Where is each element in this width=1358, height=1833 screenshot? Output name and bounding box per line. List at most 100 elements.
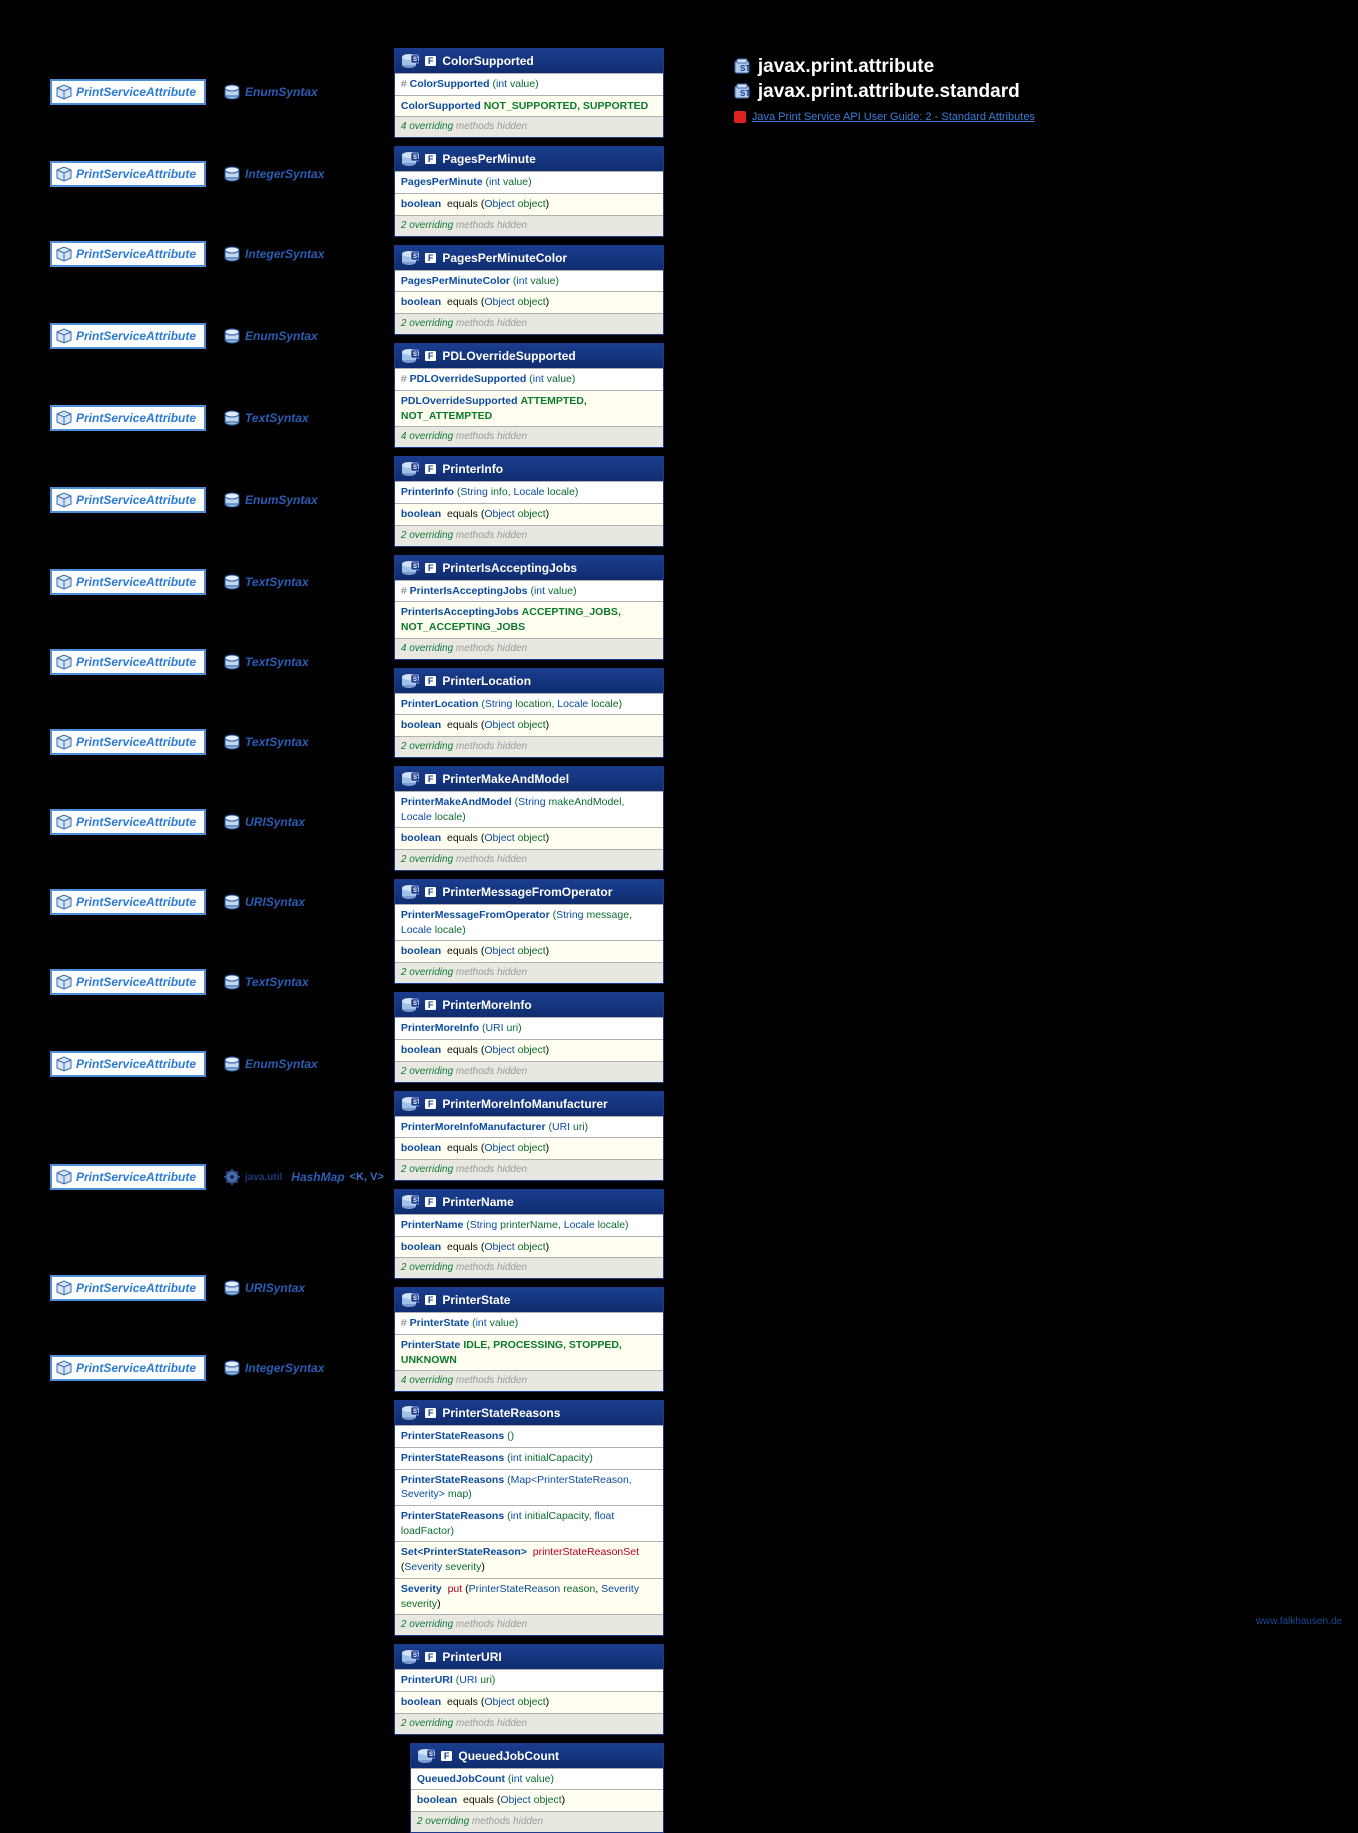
class-title: PrinterMoreInfo bbox=[442, 998, 531, 1012]
class-title: PrinterMessageFromOperator bbox=[442, 885, 612, 899]
method-row: boolean equals (Object object) bbox=[395, 1137, 663, 1159]
print-service-attribute-badge[interactable]: PrintServiceAttribute bbox=[50, 487, 206, 513]
print-service-attribute-badge[interactable]: PrintServiceAttribute bbox=[50, 1164, 206, 1190]
class-card-header[interactable]: STFPrinterMoreInfo bbox=[395, 993, 663, 1017]
hidden-methods-row: 2 overriding methods hidden bbox=[395, 525, 663, 546]
interface-icon bbox=[56, 246, 72, 262]
syntax-class-text[interactable]: TextSyntax bbox=[224, 574, 309, 590]
class-icon bbox=[224, 894, 240, 910]
class-card-printerstatereasons: STFPrinterStateReasonsPrinterStateReason… bbox=[394, 1400, 664, 1636]
class-title: QueuedJobCount bbox=[458, 1749, 559, 1763]
interface-icon bbox=[56, 328, 72, 344]
print-service-attribute-badge[interactable]: PrintServiceAttribute bbox=[50, 405, 206, 431]
class-card-header[interactable]: STFPagesPerMinute bbox=[395, 147, 663, 171]
class-title: PDLOverrideSupported bbox=[442, 349, 575, 363]
syntax-class-text[interactable]: TextSyntax bbox=[224, 974, 309, 990]
constructor-row: PrinterURI (URI uri) bbox=[395, 1669, 663, 1691]
print-service-attribute-badge[interactable]: PrintServiceAttribute bbox=[50, 323, 206, 349]
syntax-class-integer[interactable]: IntegerSyntax bbox=[224, 1360, 324, 1376]
syntax-class-enum[interactable]: EnumSyntax bbox=[224, 1056, 318, 1072]
hidden-methods-row: 2 overriding methods hidden bbox=[395, 962, 663, 983]
constants-row: PrinterIsAcceptingJobs ACCEPTING_JOBS, N… bbox=[395, 601, 663, 637]
class-card-header[interactable]: STFPrinterMessageFromOperator bbox=[395, 880, 663, 904]
print-service-attribute-badge[interactable]: PrintServiceAttribute bbox=[50, 969, 206, 995]
class-card-header[interactable]: STFPrinterIsAcceptingJobs bbox=[395, 556, 663, 580]
constructor-row: PrinterInfo (String info, Locale locale) bbox=[395, 481, 663, 503]
final-badge: F bbox=[425, 154, 437, 164]
class-card-header[interactable]: STFPrinterInfo bbox=[395, 457, 663, 481]
constructor-row: QueuedJobCount (int value) bbox=[411, 1768, 663, 1790]
svg-text:ST: ST bbox=[413, 1198, 419, 1204]
final-badge: F bbox=[425, 887, 437, 897]
class-card-printername: STFPrinterNamePrinterName (String printe… bbox=[394, 1189, 664, 1279]
syntax-class-integer[interactable]: IntegerSyntax bbox=[224, 166, 324, 182]
class-card-header[interactable]: STFColorSupported bbox=[395, 49, 663, 73]
class-header-icon: ST bbox=[401, 348, 419, 364]
class-card-header[interactable]: STFPagesPerMinuteColor bbox=[395, 246, 663, 270]
method-row: boolean equals (Object object) bbox=[395, 714, 663, 736]
syntax-class-text[interactable]: TextSyntax bbox=[224, 410, 309, 426]
syntax-class-uri[interactable]: URISyntax bbox=[224, 894, 305, 910]
class-card-header[interactable]: STFPDLOverrideSupported bbox=[395, 344, 663, 368]
interface-icon bbox=[56, 1169, 72, 1185]
syntax-class-text[interactable]: TextSyntax bbox=[224, 734, 309, 750]
method-row: boolean equals (Object object) bbox=[395, 503, 663, 525]
class-header-icon: ST bbox=[401, 1292, 419, 1308]
constructor-row: PrinterStateReasons (int initialCapacity… bbox=[395, 1447, 663, 1469]
class-card-printerinfo: STFPrinterInfoPrinterInfo (String info, … bbox=[394, 456, 664, 546]
interface-icon bbox=[56, 410, 72, 426]
print-service-attribute-badge[interactable]: PrintServiceAttribute bbox=[50, 161, 206, 187]
syntax-class-uri[interactable]: URISyntax bbox=[224, 1280, 305, 1296]
method-row: boolean equals (Object object) bbox=[395, 827, 663, 849]
syntax-class-integer[interactable]: IntegerSyntax bbox=[224, 246, 324, 262]
class-card-header[interactable]: STFPrinterName bbox=[395, 1190, 663, 1214]
print-service-attribute-badge[interactable]: PrintServiceAttribute bbox=[50, 809, 206, 835]
class-card-header[interactable]: STFPrinterState bbox=[395, 1288, 663, 1312]
print-service-attribute-badge[interactable]: PrintServiceAttribute bbox=[50, 1051, 206, 1077]
syntax-class-enum[interactable]: EnumSyntax bbox=[224, 328, 318, 344]
final-badge: F bbox=[425, 1408, 437, 1418]
syntax-class-text[interactable]: TextSyntax bbox=[224, 654, 309, 670]
print-service-attribute-badge[interactable]: PrintServiceAttribute bbox=[50, 1275, 206, 1301]
class-card-printermoreinfomanufacturer: STFPrinterMoreInfoManufacturerPrinterMor… bbox=[394, 1091, 664, 1181]
print-service-attribute-badge[interactable]: PrintServiceAttribute bbox=[50, 1355, 206, 1381]
class-card-header[interactable]: STFPrinterMoreInfoManufacturer bbox=[395, 1092, 663, 1116]
class-card-printerisacceptingjobs: STFPrinterIsAcceptingJobs# PrinterIsAcce… bbox=[394, 555, 664, 660]
interface-icon bbox=[56, 492, 72, 508]
interface-icon bbox=[56, 1360, 72, 1376]
constructor-row: # PrinterState (int value) bbox=[395, 1312, 663, 1334]
svg-text:ST: ST bbox=[413, 1100, 419, 1106]
final-badge: F bbox=[425, 464, 437, 474]
final-badge: F bbox=[425, 563, 437, 573]
class-header-icon: ST bbox=[401, 1096, 419, 1112]
constructor-row: PrinterStateReasons () bbox=[395, 1425, 663, 1447]
constructor-row: PrinterStateReasons (Map<PrinterStateRea… bbox=[395, 1469, 663, 1505]
syntax-class-uri[interactable]: URISyntax bbox=[224, 814, 305, 830]
final-badge: F bbox=[441, 1751, 453, 1761]
class-header-icon: ST bbox=[401, 1194, 419, 1210]
syntax-class-enum[interactable]: EnumSyntax bbox=[224, 84, 318, 100]
class-header-icon: ST bbox=[401, 1405, 419, 1421]
constructor-row: PrinterMoreInfo (URI uri) bbox=[395, 1017, 663, 1039]
print-service-attribute-badge[interactable]: PrintServiceAttribute bbox=[50, 569, 206, 595]
class-card-printermakeandmodel: STFPrinterMakeAndModelPrinterMakeAndMode… bbox=[394, 766, 664, 871]
svg-text:ST: ST bbox=[740, 89, 750, 98]
print-service-attribute-badge[interactable]: PrintServiceAttribute bbox=[50, 241, 206, 267]
reference-link[interactable]: Java Print Service API User Guide: 2 - S… bbox=[734, 111, 1035, 123]
print-service-attribute-badge[interactable]: PrintServiceAttribute bbox=[50, 79, 206, 105]
hidden-methods-row: 2 overriding methods hidden bbox=[395, 1061, 663, 1082]
hidden-methods-row: 2 overriding methods hidden bbox=[395, 736, 663, 757]
method-row: boolean equals (Object object) bbox=[395, 1039, 663, 1061]
syntax-class-hashmap[interactable]: java.util HashMap <K, V> bbox=[224, 1169, 384, 1185]
hidden-methods-row: 2 overriding methods hidden bbox=[395, 1159, 663, 1180]
class-card-header[interactable]: STFPrinterLocation bbox=[395, 669, 663, 693]
print-service-attribute-badge[interactable]: PrintServiceAttribute bbox=[50, 729, 206, 755]
final-badge: F bbox=[425, 774, 437, 784]
class-card-header[interactable]: STFPrinterStateReasons bbox=[395, 1401, 663, 1425]
print-service-attribute-badge[interactable]: PrintServiceAttribute bbox=[50, 889, 206, 915]
class-card-header[interactable]: STFPrinterMakeAndModel bbox=[395, 767, 663, 791]
syntax-class-enum[interactable]: EnumSyntax bbox=[224, 492, 318, 508]
class-card-header[interactable]: STFPrinterURI bbox=[395, 1645, 663, 1669]
print-service-attribute-badge[interactable]: PrintServiceAttribute bbox=[50, 649, 206, 675]
class-card-header[interactable]: STFQueuedJobCount bbox=[411, 1744, 663, 1768]
